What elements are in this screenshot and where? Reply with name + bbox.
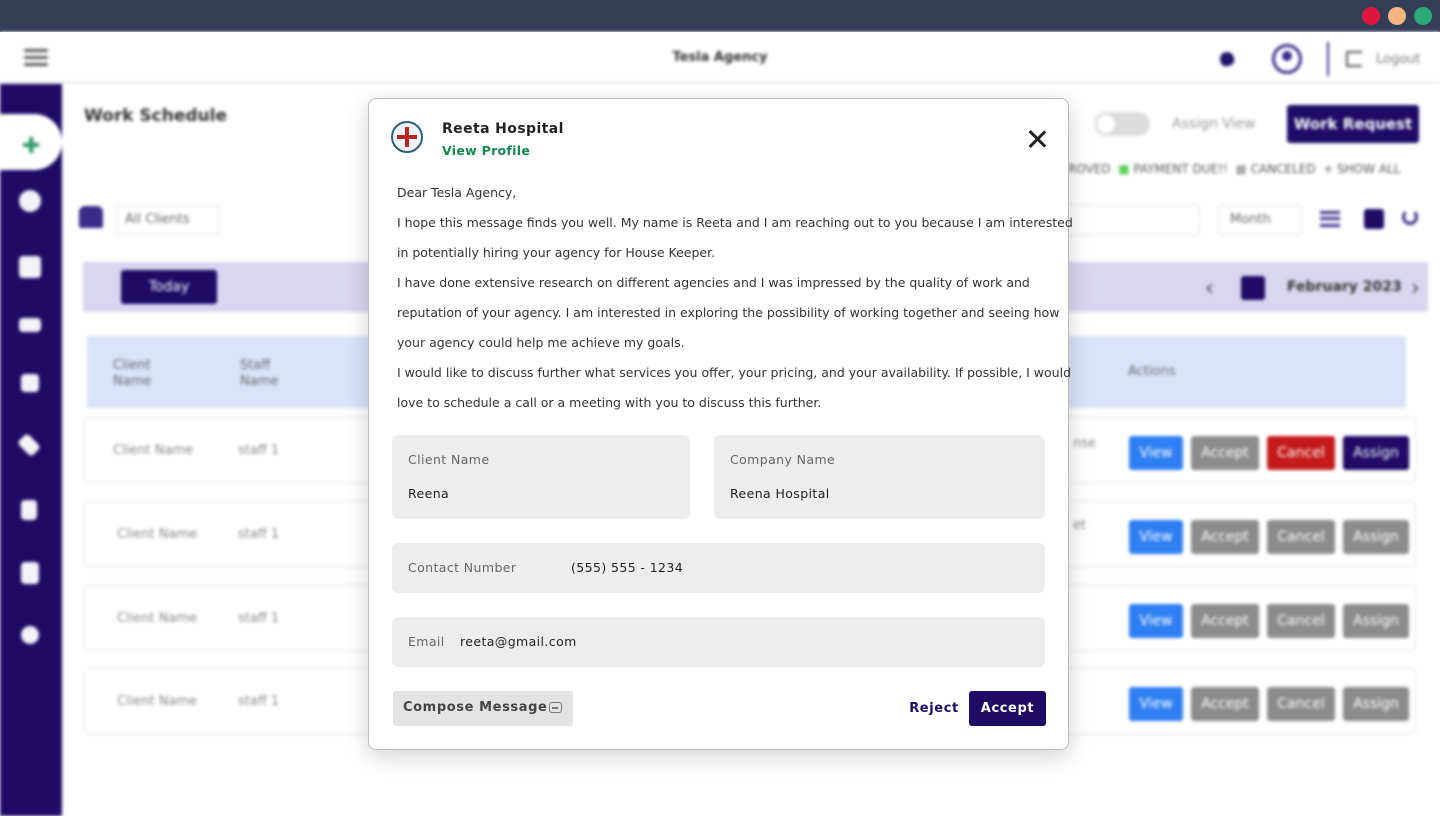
header-divider — [1327, 42, 1329, 76]
accept-button[interactable]: Accept — [1191, 604, 1259, 638]
chevron-right-icon[interactable]: › — [1411, 276, 1420, 301]
hospital-name: Reeta Hospital — [442, 121, 564, 137]
client-name-value: Reena — [408, 486, 450, 501]
row-staff-name: staff 1 — [238, 611, 280, 626]
message-line: in potentially hiring your agency for Ho… — [397, 245, 716, 260]
refresh-icon[interactable] — [1402, 209, 1418, 225]
logout-link[interactable]: Logout — [1376, 52, 1421, 67]
calendar-icon[interactable] — [1241, 276, 1265, 300]
row-staff-name: staff 1 — [238, 694, 280, 709]
legend-canceled[interactable]: CANCELED — [1251, 162, 1316, 176]
legend-approved[interactable]: ROVED — [1068, 162, 1111, 176]
contact-number-value: (555) 555 - 1234 — [571, 560, 684, 575]
clients-icon — [79, 206, 103, 228]
header-client-name[interactable]: Client Name — [113, 358, 173, 390]
status-legend: ROVED ■ PAYMENT DUE!! ■ CANCELED + SHOW … — [1068, 162, 1401, 176]
accept-button[interactable]: Accept — [969, 691, 1046, 726]
sidebar-item-documents-icon[interactable] — [21, 500, 37, 520]
assign-button[interactable]: Assign — [1343, 687, 1409, 721]
view-profile-link[interactable]: View Profile — [442, 143, 530, 158]
message-line: your agency could help me achieve my goa… — [397, 335, 685, 350]
company-name-label: Company Name — [730, 452, 836, 467]
header-staff-name[interactable]: Staff Name — [240, 358, 300, 390]
email-label: Email — [408, 634, 445, 649]
assign-view-label: Assign View — [1172, 116, 1256, 132]
company-name-value: Reena Hospital — [730, 486, 830, 501]
sidebar-item-team-icon[interactable] — [19, 318, 41, 332]
message-line: I have done extensive research on differ… — [397, 275, 1030, 290]
user-avatar-icon[interactable] — [1272, 44, 1302, 74]
message-line: I would like to discuss further what ser… — [397, 365, 1072, 380]
clients-filter-select[interactable]: All Clients — [116, 204, 220, 236]
logout-icon[interactable] — [1346, 51, 1362, 67]
minimize-window-button[interactable] — [1388, 7, 1406, 25]
contact-number-field: Contact Number (555) 555 - 1234 — [392, 543, 1045, 593]
assign-button[interactable]: Assign — [1343, 436, 1409, 470]
assign-button[interactable]: Assign — [1343, 520, 1409, 554]
assign-view-toggle[interactable] — [1094, 112, 1150, 136]
cancel-button[interactable]: Cancel — [1267, 520, 1335, 554]
email-value: reeta@gmail.com — [460, 634, 577, 649]
accept-button[interactable]: Accept — [1191, 687, 1259, 721]
sidebar-item-modules-icon[interactable] — [19, 256, 41, 278]
accept-button[interactable]: Accept — [1191, 436, 1259, 470]
cancel-button[interactable]: Cancel — [1267, 604, 1335, 638]
row-client-name: Client Name — [117, 694, 198, 709]
accept-button[interactable]: Accept — [1191, 520, 1259, 554]
cancel-button[interactable]: Cancel — [1267, 687, 1335, 721]
sidebar: ✚ — [0, 84, 62, 816]
reject-button[interactable]: Reject — [899, 691, 969, 726]
sidebar-item-dashboard-icon[interactable] — [19, 190, 41, 212]
email-field: Email reeta@gmail.com — [392, 617, 1045, 667]
range-select[interactable]: Month — [1219, 204, 1301, 236]
work-request-modal: Reeta Hospital View Profile Dear Tesla A… — [368, 98, 1073, 750]
assign-button[interactable]: Assign — [1343, 604, 1409, 638]
top-bar: Tesla Agency Logout — [0, 32, 1440, 84]
window-titlebar — [0, 0, 1440, 32]
compose-message-label: Compose Message — [403, 700, 548, 715]
medical-cross-icon: ✚ — [22, 134, 41, 159]
close-window-button[interactable] — [1362, 7, 1380, 25]
client-name-field: Client Name Reena — [392, 435, 690, 519]
row-staff-name: staff 1 — [238, 527, 280, 542]
view-button[interactable]: View — [1129, 604, 1183, 638]
header-actions: Actions — [1128, 364, 1176, 379]
message-line: I hope this message finds you well. My n… — [397, 215, 1073, 230]
hospital-logo-icon — [391, 121, 423, 153]
sidebar-item-travel-icon[interactable] — [16, 432, 42, 458]
page-title: Work Schedule — [84, 106, 228, 126]
sidebar-item-settings-icon[interactable] — [21, 626, 39, 644]
contact-number-label: Contact Number — [408, 560, 517, 575]
legend-show-all[interactable]: SHOW ALL — [1337, 162, 1400, 176]
message-line: Dear Tesla Agency, — [397, 185, 517, 200]
cancel-button[interactable]: Cancel — [1267, 436, 1335, 470]
view-button[interactable]: View — [1129, 520, 1183, 554]
calendar-view-icon[interactable] — [1364, 209, 1384, 229]
sidebar-item-research-icon[interactable] — [21, 562, 39, 584]
row-status: nse — [1073, 436, 1097, 451]
company-name-field: Company Name Reena Hospital — [714, 435, 1045, 519]
sidebar-item-package-icon[interactable] — [21, 374, 39, 392]
row-status: et — [1073, 518, 1087, 533]
work-request-button[interactable]: Work Request — [1287, 105, 1419, 143]
today-button[interactable]: Today — [121, 270, 217, 304]
row-client-name: Client Name — [113, 443, 194, 458]
chevron-left-icon[interactable]: ‹ — [1205, 276, 1214, 301]
message-line: reputation of your agency. I am interest… — [397, 305, 1060, 320]
client-name-label: Client Name — [408, 452, 490, 467]
list-view-icon[interactable] — [1320, 211, 1340, 227]
row-staff-name: staff 1 — [238, 443, 280, 458]
message-line: love to schedule a call or a meeting wit… — [397, 395, 822, 410]
maximize-window-button[interactable] — [1414, 7, 1432, 25]
row-client-name: Client Name — [117, 611, 198, 626]
filter-select[interactable] — [1062, 204, 1200, 236]
row-client-name: Client Name — [117, 527, 198, 542]
chat-icon — [549, 702, 562, 713]
view-button[interactable]: View — [1129, 436, 1183, 470]
close-icon[interactable] — [1025, 127, 1049, 151]
view-button[interactable]: View — [1129, 687, 1183, 721]
legend-payment-due[interactable]: PAYMENT DUE!! — [1133, 162, 1227, 176]
compose-message-button[interactable]: Compose Message — [393, 691, 573, 726]
current-month-label: February 2023 — [1287, 279, 1402, 295]
